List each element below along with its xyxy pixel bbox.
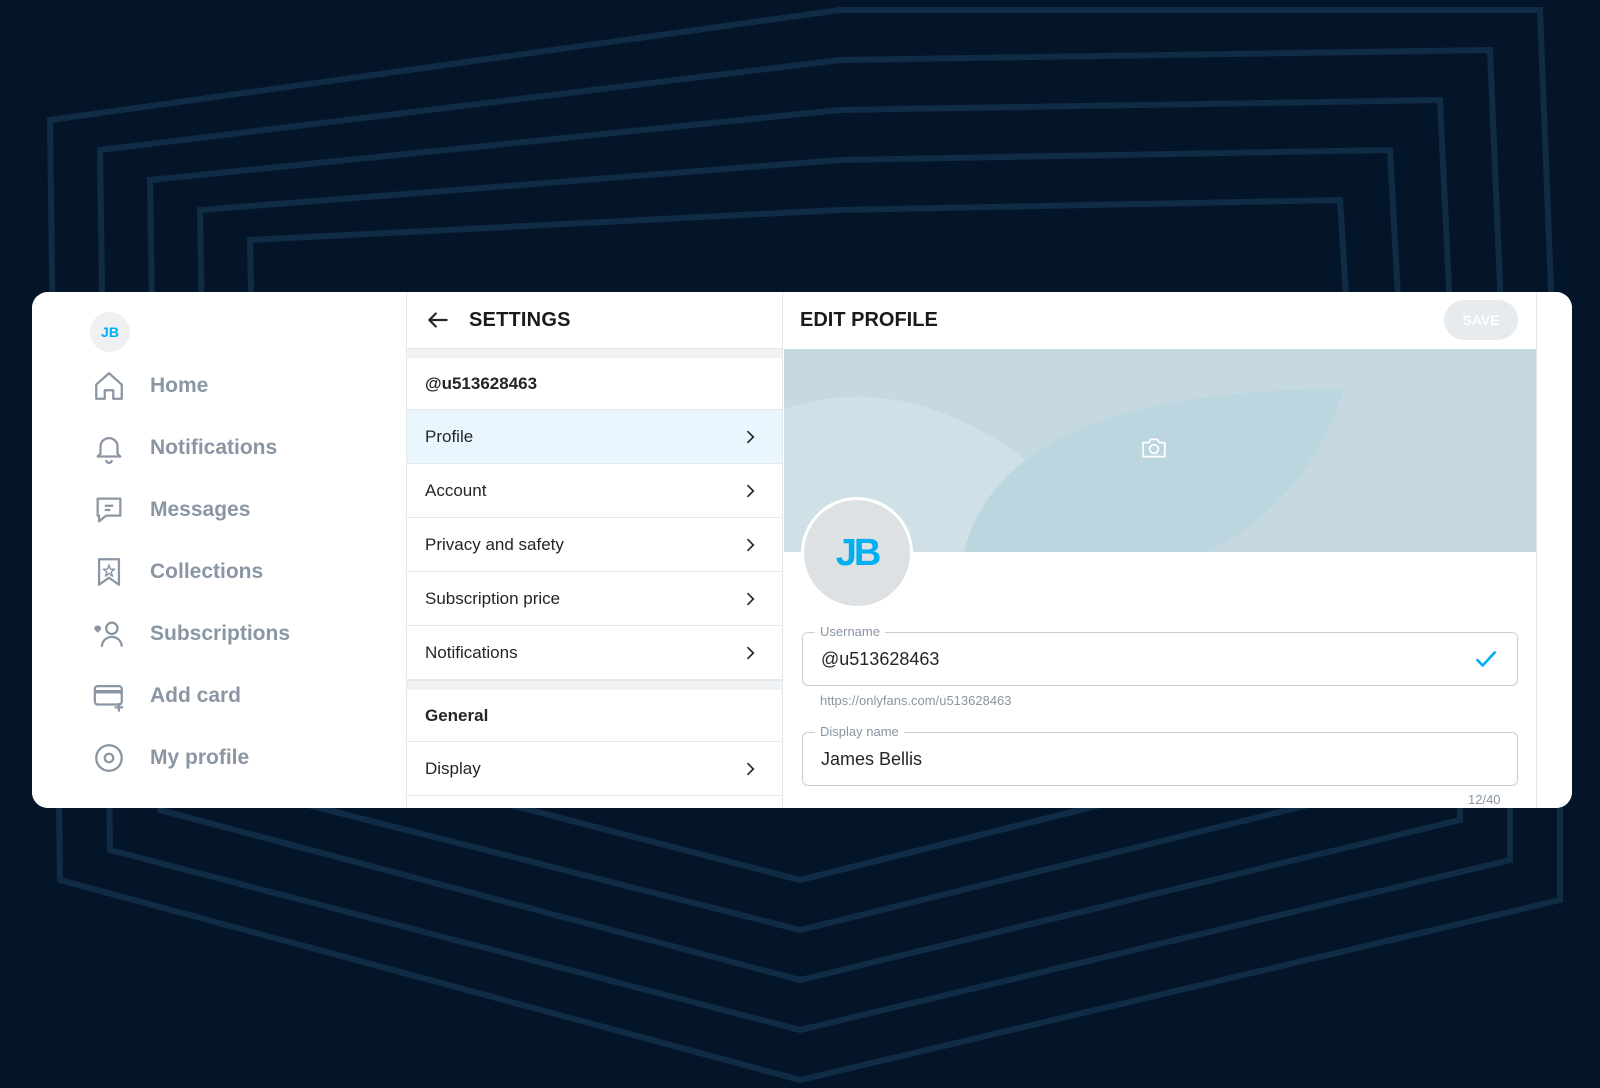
display-name-label: Display name bbox=[815, 724, 904, 739]
avatar-initials: JB bbox=[835, 531, 882, 574]
menu-label: Display bbox=[425, 758, 481, 778]
settings-username: @u513628463 bbox=[407, 358, 782, 410]
divider bbox=[407, 680, 782, 690]
display-name-field[interactable]: Display name James Bellis bbox=[802, 724, 1518, 786]
settings-item-profile[interactable]: Profile bbox=[407, 410, 782, 464]
scroll-gutter bbox=[1536, 292, 1572, 808]
nav-label: Notifications bbox=[150, 436, 278, 459]
app-window: JB Home Notifications Messages Collectio… bbox=[32, 292, 1572, 808]
nav-item-home[interactable]: Home bbox=[92, 364, 208, 408]
username-label: Username bbox=[815, 624, 885, 639]
profile-circle-icon bbox=[95, 744, 123, 772]
character-counter: 12/40 bbox=[1468, 792, 1501, 807]
menu-label: Profile bbox=[425, 426, 474, 446]
settings-panel: SETTINGS @u513628463 Profile Account Pri… bbox=[406, 292, 783, 808]
nav-item-collections[interactable]: Collections bbox=[92, 550, 263, 594]
chevron-right-icon bbox=[746, 538, 755, 551]
message-icon bbox=[96, 497, 122, 523]
settings-item-notifications[interactable]: Notifications bbox=[407, 626, 782, 680]
edit-profile-header: EDIT PROFILE SAVE bbox=[784, 292, 1536, 348]
nav-item-subscriptions[interactable]: Subscriptions bbox=[92, 612, 290, 656]
home-icon bbox=[95, 372, 123, 400]
back-arrow-icon[interactable] bbox=[425, 307, 451, 333]
chevron-right-icon bbox=[746, 430, 755, 443]
chevron-right-icon bbox=[746, 762, 755, 775]
settings-item-privacy[interactable]: Privacy and safety bbox=[407, 518, 782, 572]
display-name-value[interactable]: James Bellis bbox=[821, 749, 1499, 770]
bookmark-star-icon bbox=[97, 558, 121, 586]
settings-section-general: General bbox=[407, 690, 782, 742]
nav-item-messages[interactable]: Messages bbox=[92, 488, 250, 532]
menu-label: Privacy and safety bbox=[425, 534, 564, 554]
divider bbox=[407, 348, 782, 358]
edit-profile-title: EDIT PROFILE bbox=[800, 308, 938, 331]
user-heart-icon bbox=[94, 621, 123, 647]
settings-title: SETTINGS bbox=[469, 308, 571, 331]
main-nav: JB Home Notifications Messages Collectio… bbox=[32, 292, 406, 808]
camera-icon[interactable] bbox=[1141, 436, 1167, 460]
nav-label: Home bbox=[150, 374, 209, 397]
check-icon bbox=[1476, 651, 1496, 667]
nav-label: Subscriptions bbox=[150, 622, 291, 645]
bell-icon bbox=[96, 437, 122, 464]
menu-label: Account bbox=[425, 480, 487, 500]
nav-avatar[interactable]: JB bbox=[90, 312, 130, 352]
save-button[interactable]: SAVE bbox=[1444, 300, 1518, 340]
nav-label: Messages bbox=[150, 498, 251, 521]
credit-card-add-icon bbox=[93, 684, 124, 712]
chevron-right-icon bbox=[746, 484, 755, 497]
chevron-right-icon bbox=[746, 646, 755, 659]
settings-item-display[interactable]: Display bbox=[407, 742, 782, 796]
edit-profile-panel: EDIT PROFILE SAVE JB Username @u51362846… bbox=[784, 292, 1536, 808]
username-field[interactable]: Username @u513628463 bbox=[802, 624, 1518, 686]
settings-header: SETTINGS bbox=[407, 292, 782, 348]
username-value[interactable]: @u513628463 bbox=[821, 649, 1473, 670]
settings-item-account[interactable]: Account bbox=[407, 464, 782, 518]
nav-item-notifications[interactable]: Notifications bbox=[92, 426, 277, 470]
profile-url: https://onlyfans.com/u513628463 bbox=[820, 693, 1012, 708]
nav-item-my-profile[interactable]: My profile bbox=[92, 736, 249, 780]
chevron-right-icon bbox=[746, 592, 755, 605]
settings-item-subscription-price[interactable]: Subscription price bbox=[407, 572, 782, 626]
menu-label: Subscription price bbox=[425, 588, 561, 608]
profile-avatar[interactable]: JB bbox=[801, 497, 913, 609]
nav-label: My profile bbox=[150, 746, 250, 769]
nav-item-add-card[interactable]: Add card bbox=[92, 674, 241, 718]
menu-label: Notifications bbox=[425, 642, 518, 662]
nav-label: Add card bbox=[150, 684, 242, 707]
nav-label: Collections bbox=[150, 560, 264, 583]
